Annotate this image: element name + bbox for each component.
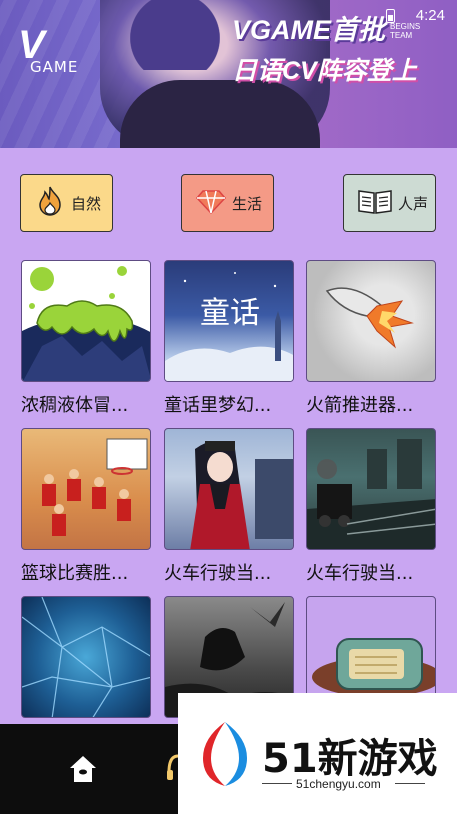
category-life-button[interactable]: 生活	[181, 174, 274, 232]
sound-card-caption: 火箭推进器...	[306, 395, 414, 416]
battery-icon	[386, 9, 395, 23]
sound-card-rocket[interactable]	[306, 260, 436, 382]
rocket-illustration	[325, 287, 414, 349]
sound-card-caption: 浓稠液体冒...	[21, 395, 129, 416]
sound-card-caption: 篮球比赛胜...	[21, 563, 129, 584]
category-label: 生活	[232, 194, 263, 213]
home-icon[interactable]	[66, 752, 100, 790]
category-voice-button[interactable]: 人声	[343, 174, 436, 232]
status-time: 4:24	[415, 7, 445, 24]
watermark-rule-right	[395, 783, 425, 784]
sound-card-caption: 火车行驶当...	[306, 563, 414, 584]
sound-card-slime[interactable]	[21, 260, 151, 382]
banner-character-hair	[110, 0, 240, 70]
sound-card-basketball[interactable]	[21, 428, 151, 550]
fairytale-overlay-text: 童话	[200, 296, 260, 331]
banner-subtext: BEGINS TEAM	[390, 22, 420, 40]
anime-girl-illustration	[190, 441, 293, 549]
steam-train-illustration	[307, 439, 435, 549]
flame-icon	[33, 184, 67, 222]
watermark-rule-left	[262, 783, 292, 784]
category-label: 自然	[71, 194, 102, 213]
vgame-logo: V GAME	[18, 25, 79, 76]
category-nature-button[interactable]: 自然	[20, 174, 113, 232]
ice-illustration	[22, 597, 150, 717]
sound-card-anime-girl[interactable]	[164, 428, 294, 550]
sound-card-steam-train[interactable]	[306, 428, 436, 550]
basketball-illustration	[42, 438, 148, 536]
sound-card-caption: 火车行驶当...	[164, 563, 272, 584]
slime-illustration	[22, 266, 150, 381]
banner-sub-2: TEAM	[390, 31, 413, 40]
top-banner[interactable]: V GAME VGAME首批 日语CV阵容登上 BEGINS TEAM 4:24	[0, 0, 457, 148]
diamond-icon	[194, 186, 228, 220]
watermark-url: 51chengyu.com	[296, 777, 381, 791]
sound-card-ice[interactable]	[21, 596, 151, 718]
sound-card-fairytale[interactable]: 童话	[164, 260, 294, 382]
category-label: 人声	[398, 194, 429, 213]
banner-character-coat	[120, 80, 320, 148]
watermark-logo-icon	[197, 718, 253, 794]
logo-text: GAME	[30, 58, 79, 76]
sound-card-caption: 童话里梦幻...	[164, 395, 272, 416]
book-icon	[356, 186, 394, 220]
fairytale-illustration: 童话	[165, 272, 293, 381]
watermark-title: 51新游戏	[262, 736, 438, 782]
banner-headline-line2: 日语CV阵容登上	[232, 57, 417, 85]
